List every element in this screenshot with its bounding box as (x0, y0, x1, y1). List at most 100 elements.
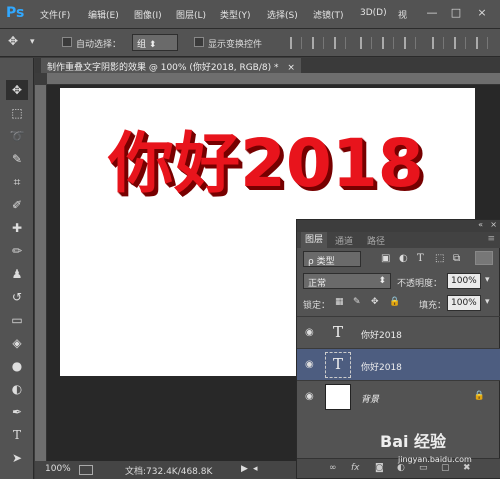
menu-filter[interactable]: 滤镜(T) (313, 8, 344, 21)
vertical-ruler (35, 85, 47, 461)
auto-select-checkbox[interactable] (62, 37, 72, 47)
dodge-tool-icon[interactable]: ◐ (6, 379, 28, 399)
panel-menu-icon[interactable]: ≡ (487, 234, 495, 244)
lock-transparency-icon[interactable]: ▦ (335, 297, 344, 307)
new-layer-icon[interactable]: ▢ (441, 463, 450, 473)
mask-icon[interactable]: ◙ (375, 463, 384, 473)
tab-paths[interactable]: 路径 (367, 234, 385, 247)
lock-pixels-icon[interactable]: ✎ (353, 297, 361, 307)
menu-select[interactable]: 选择(S) (267, 8, 298, 21)
menu-file[interactable]: 文件(F) (40, 8, 70, 21)
visibility-eye-icon[interactable]: ◉ (305, 391, 314, 402)
pen-tool-icon[interactable]: ✒ (6, 402, 28, 422)
opacity-input[interactable]: 100% (447, 273, 481, 289)
filter-toggle-switch[interactable] (475, 251, 493, 265)
folder-icon[interactable]: ▭ (419, 463, 428, 473)
filter-smart-object-icon[interactable]: ⧉ (453, 253, 460, 264)
visibility-eye-icon[interactable]: ◉ (305, 359, 314, 370)
fx-icon[interactable]: fx (351, 463, 360, 473)
crop-tool-icon[interactable]: ⌗ (6, 172, 28, 192)
menu-image[interactable]: 图像(I) (134, 8, 162, 21)
tab-layers[interactable]: 图层 (301, 232, 328, 248)
distribute-top-icon[interactable] (432, 37, 444, 49)
background-thumbnail (325, 384, 351, 410)
filter-pixel-icon[interactable]: ▣ (381, 253, 390, 264)
close-button[interactable]: × (474, 5, 490, 21)
layer-name[interactable]: 你好2018 (361, 328, 402, 341)
type-tool-icon[interactable]: T (6, 425, 28, 445)
eraser-tool-icon[interactable]: ▭ (6, 310, 28, 330)
fill-input[interactable]: 100% (447, 295, 481, 311)
clone-stamp-tool-icon[interactable]: ♟ (6, 264, 28, 284)
align-left-icon[interactable] (360, 37, 372, 49)
menu-layer[interactable]: 图层(L) (176, 8, 206, 21)
lasso-tool-icon[interactable]: ➰ (6, 126, 28, 146)
blend-mode-dropdown[interactable]: 正常 ⬍ (303, 273, 391, 289)
lock-all-icon[interactable]: 🔒 (389, 297, 400, 307)
eyedropper-tool-icon[interactable]: ✐ (6, 195, 28, 215)
filter-kind-dropdown[interactable]: ρ 类型 (303, 251, 361, 267)
document-tab-close-icon[interactable]: × (287, 63, 295, 73)
scroll-left-icon[interactable]: ◂ (253, 464, 258, 474)
text-layer-icon: T (333, 355, 344, 373)
history-brush-tool-icon[interactable]: ↺ (6, 287, 28, 307)
filter-shape-icon[interactable]: ⬚ (435, 253, 444, 264)
distribute-vcenter-icon[interactable] (454, 37, 466, 49)
move-tool-icon[interactable]: ✥ (6, 80, 28, 100)
paint-bucket-tool-icon[interactable]: ◈ (6, 333, 28, 353)
zoom-level[interactable]: 100% (45, 464, 71, 474)
auto-select-label: 自动选择： (76, 40, 122, 50)
move-tool-icon[interactable]: ✥ (8, 34, 18, 48)
panel-close-icon[interactable]: × (490, 220, 497, 229)
minimize-button[interactable]: — (424, 5, 440, 21)
auto-select-value: 组 (137, 40, 147, 50)
filter-type-icon[interactable]: T (417, 253, 424, 264)
marquee-tool-icon[interactable]: ⬚ (6, 103, 28, 123)
lock-row: 锁定： ▦ ✎ ✥ 🔒 填充： 100% ▾ (297, 292, 500, 314)
menu-type[interactable]: 类型(Y) (220, 8, 251, 21)
layer-row-selected[interactable]: ◉ T 你好2018 (297, 348, 500, 380)
distribute-bottom-icon[interactable] (476, 37, 488, 49)
horizontal-ruler (47, 73, 500, 85)
tools-panel: ✥ ⬚ ➰ ✎ ⌗ ✐ ✚ ✏ ♟ ↺ ▭ ◈ ● ◐ ✒ T ➤ (0, 58, 34, 479)
show-transform-checkbox[interactable] (194, 37, 204, 47)
filter-adjustment-icon[interactable]: ◐ (399, 253, 408, 264)
align-bottom-icon[interactable] (334, 37, 346, 49)
auto-select-dropdown[interactable]: 组 ⬍ (132, 34, 178, 51)
trash-icon[interactable]: ✖ (463, 463, 471, 473)
visibility-eye-icon[interactable]: ◉ (305, 327, 314, 338)
align-hcenter-icon[interactable] (382, 37, 394, 49)
layer-name[interactable]: 你好2018 (361, 360, 402, 373)
tab-channels[interactable]: 通道 (335, 234, 353, 247)
show-transform-label: 显示变换控件 (208, 40, 263, 50)
background-lock-icon: 🔒 (473, 391, 485, 401)
menu-edit[interactable]: 编辑(E) (88, 8, 119, 21)
maximize-button[interactable]: □ (448, 5, 464, 21)
layer-name[interactable]: 背景 (361, 392, 379, 405)
quick-select-tool-icon[interactable]: ✎ (6, 149, 28, 169)
align-vcenter-icon[interactable] (312, 37, 324, 49)
path-select-tool-icon[interactable]: ➤ (6, 448, 28, 468)
panel-collapse-icon[interactable]: « (478, 220, 483, 229)
status-preview-icon[interactable] (79, 465, 93, 475)
menu-3d[interactable]: 3D(D) (360, 8, 387, 18)
brush-tool-icon[interactable]: ✏ (6, 241, 28, 261)
lock-position-icon[interactable]: ✥ (371, 297, 379, 307)
layer-row[interactable]: ◉ T 你好2018 (297, 316, 500, 348)
link-icon[interactable]: ∞ (329, 463, 337, 473)
fill-dropdown-icon[interactable]: ▾ (485, 297, 490, 307)
panel-tabs: 图层 通道 路径 ≡ (297, 232, 500, 248)
tool-preset-dropdown-icon[interactable]: ▾ (30, 37, 35, 47)
canvas-headline-text: 你好2018 (108, 125, 424, 202)
photoshop-logo: Ps (6, 5, 25, 21)
opacity-dropdown-icon[interactable]: ▾ (485, 275, 490, 285)
menu-view[interactable]: 视 (398, 8, 407, 21)
adjustment-icon[interactable]: ◐ (397, 463, 405, 473)
align-top-icon[interactable] (290, 37, 302, 49)
layer-row-background[interactable]: ◉ 背景 🔒 (297, 380, 500, 412)
healing-brush-tool-icon[interactable]: ✚ (6, 218, 28, 238)
document-tab[interactable]: 制作重叠文字阴影的效果 @ 100% (你好2018, RGB/8) * × (41, 58, 301, 73)
blur-tool-icon[interactable]: ● (6, 356, 28, 376)
align-right-icon[interactable] (404, 37, 416, 49)
status-menu-arrow-icon[interactable]: ▶ (241, 464, 248, 474)
